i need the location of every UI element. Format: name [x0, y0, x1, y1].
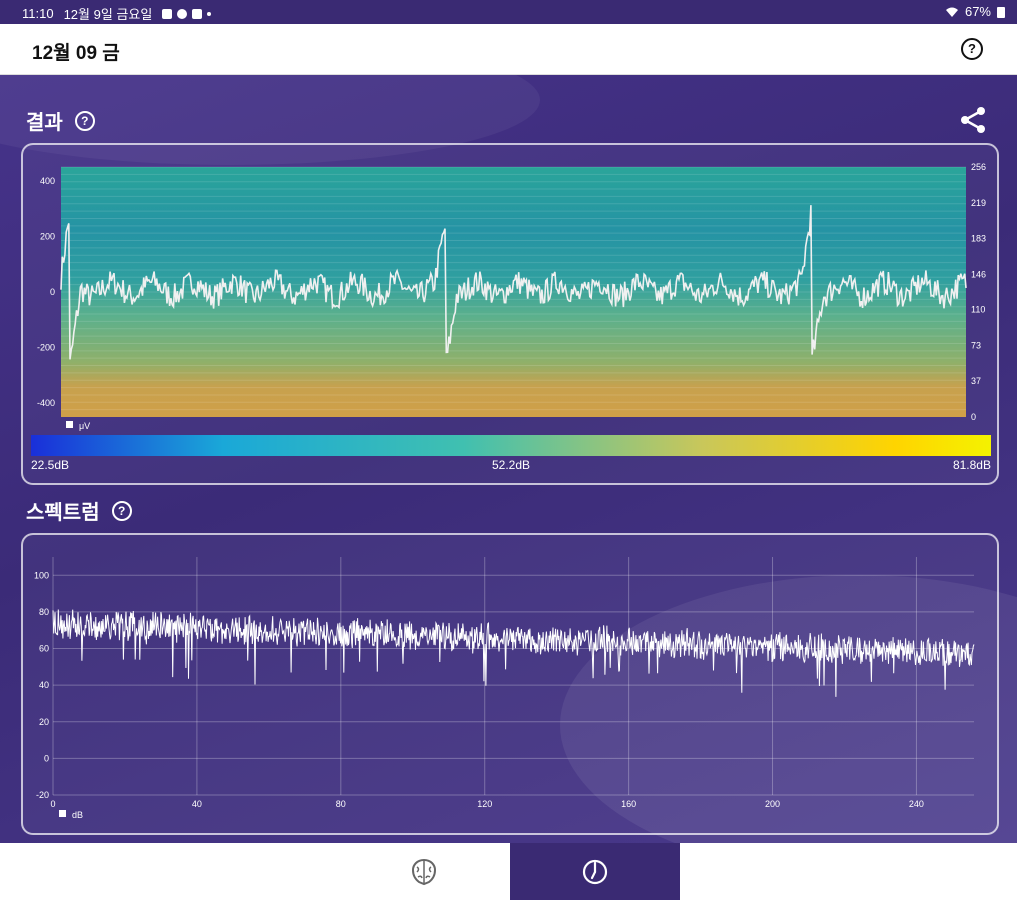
share-icon[interactable] — [958, 105, 988, 135]
spectrum-x-tick: 200 — [765, 799, 780, 809]
spectrum-title: 스펙트럼 — [26, 502, 100, 524]
colorbar — [31, 435, 991, 456]
status-time: 11:10 — [22, 6, 54, 21]
colorbar-mid: 52.2dB — [492, 458, 530, 472]
spectrum-y-tick: 80 — [39, 607, 49, 617]
nav-tab-history[interactable] — [510, 843, 680, 900]
eeg-y-tick: -200 — [37, 343, 55, 353]
result-card: 400 200 0 -200 -400 0 37 73 110 146 183 219 256 μV … — [21, 143, 999, 485]
spectrum-y-tick: 40 — [39, 680, 49, 690]
spectrum-help-icon[interactable]: ? — [111, 500, 132, 521]
spectrum-y-tick: 60 — [39, 644, 49, 654]
wifi-icon — [945, 7, 958, 17]
eeg-y2-tick: 183 — [971, 233, 986, 243]
spectrum-x-tick: 40 — [192, 799, 202, 809]
spectrum-y-tick: 0 — [44, 753, 49, 763]
spectrum-x-tick: 80 — [336, 799, 346, 809]
eeg-y2-tick: 219 — [971, 198, 986, 208]
status-bar: 11:10 12월 9일 금요일 67% — [0, 0, 1017, 24]
result-chart: 4002000-200-400 03773110146183219256 μV … — [31, 162, 991, 472]
result-help-icon[interactable]: ? — [74, 110, 95, 131]
help-icon[interactable]: ? — [961, 38, 983, 60]
spectrum-x-tick: 240 — [909, 799, 924, 809]
colorbar-max: 81.8dB — [953, 458, 991, 472]
spectrum-legend-label: dB — [72, 810, 83, 820]
legend-swatch — [66, 421, 73, 428]
eeg-y-tick: 0 — [50, 287, 55, 297]
settings-icon — [177, 8, 188, 19]
spectrum-x-tick: 160 — [621, 799, 636, 809]
spectrum-x-tick: 0 — [50, 799, 55, 809]
bottom-nav — [0, 843, 1017, 900]
spectrum-y-tick: -20 — [36, 790, 49, 800]
page-title: 12월 09 금 — [32, 43, 120, 64]
gallery-icon — [162, 8, 173, 19]
eeg-y2-tick: 37 — [971, 376, 981, 386]
spectrum-line — [52, 609, 975, 697]
status-date: 12월 9일 금요일 — [63, 7, 153, 22]
eeg-y2-tick: 0 — [971, 412, 976, 422]
result-title: 결과 — [26, 112, 63, 134]
spectrum-y-tick: 20 — [39, 717, 49, 727]
eeg-y-tick: 400 — [40, 176, 55, 186]
eeg-y2-tick: 110 — [971, 305, 985, 315]
main-content: 결과 ? 400 200 0 -200 -400 0 37 73 110 146… — [0, 75, 1017, 843]
legend-label: μV — [79, 421, 90, 431]
more-dot-icon — [207, 11, 212, 16]
mail-icon — [192, 8, 203, 19]
eeg-y2-tick: 146 — [971, 269, 986, 279]
spectrum-section-header: 스펙트럼 ? — [26, 496, 132, 525]
battery-percent: 67% — [964, 4, 991, 19]
spectrum-x-tick: 120 — [477, 799, 492, 809]
eeg-y2-tick: 256 — [971, 162, 986, 172]
result-section-header: 결과 ? — [26, 106, 95, 135]
clock-icon — [582, 859, 608, 885]
battery-icon — [997, 6, 1005, 18]
eeg-y-tick: -400 — [37, 398, 55, 408]
app-header: 12월 09 금 ? — [0, 24, 1017, 75]
eeg-y-tick: 200 — [40, 231, 55, 241]
brain-icon[interactable] — [409, 857, 439, 887]
spectrum-card: -20 0 20 40 60 80 100 0 40 80 120 160 200 240 dB — [21, 533, 999, 835]
spectrum-chart: -200204060801000 40 80 120 160 200 240 dB — [34, 557, 975, 820]
eeg-y2-tick: 73 — [971, 341, 981, 351]
colorbar-min: 22.5dB — [31, 458, 69, 472]
spectrum-y-tick: 100 — [34, 570, 49, 580]
spectrum-legend-swatch — [59, 810, 66, 817]
notification-icons — [162, 8, 212, 19]
